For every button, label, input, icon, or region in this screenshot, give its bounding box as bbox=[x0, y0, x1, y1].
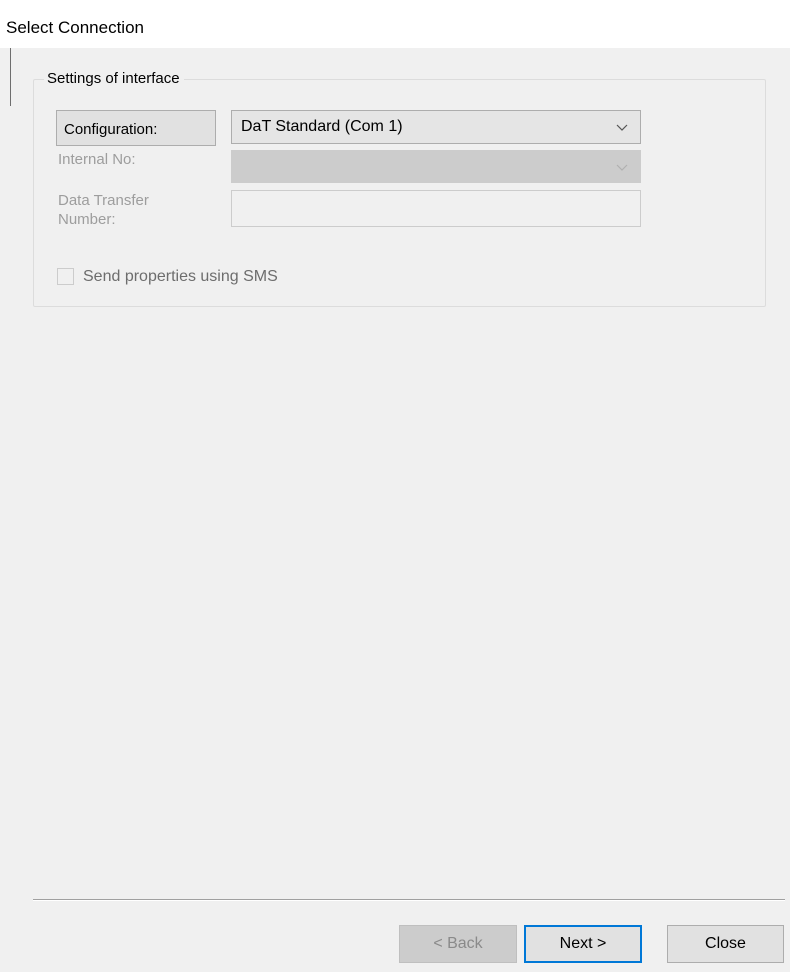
dialog-title: Select Connection bbox=[6, 18, 144, 37]
configuration-button[interactable]: Configuration: bbox=[56, 110, 216, 146]
configuration-dropdown[interactable]: DaT Standard (Com 1) bbox=[231, 110, 641, 144]
footer-separator-highlight bbox=[33, 900, 785, 901]
close-button[interactable]: Close bbox=[667, 925, 784, 963]
send-sms-label: Send properties using SMS bbox=[83, 268, 278, 285]
send-sms-checkbox[interactable] bbox=[57, 268, 74, 285]
next-button[interactable]: Next > bbox=[524, 925, 642, 963]
data-transfer-number-field[interactable] bbox=[231, 190, 641, 227]
internal-no-label: Internal No: bbox=[58, 151, 136, 168]
select-connection-dialog: Select Connection Settings of interface … bbox=[0, 0, 790, 972]
chevron-down-icon bbox=[616, 124, 628, 131]
chevron-down-icon bbox=[616, 164, 628, 171]
data-transfer-number-label: Data Transfer Number: bbox=[58, 192, 149, 228]
back-button[interactable]: < Back bbox=[399, 925, 517, 963]
configuration-selected-value: DaT Standard (Com 1) bbox=[241, 118, 403, 135]
title-bar: Select Connection bbox=[0, 0, 790, 48]
internal-no-dropdown[interactable] bbox=[231, 150, 641, 183]
settings-group-legend: Settings of interface bbox=[44, 68, 184, 90]
window-edge-divider bbox=[10, 48, 11, 106]
